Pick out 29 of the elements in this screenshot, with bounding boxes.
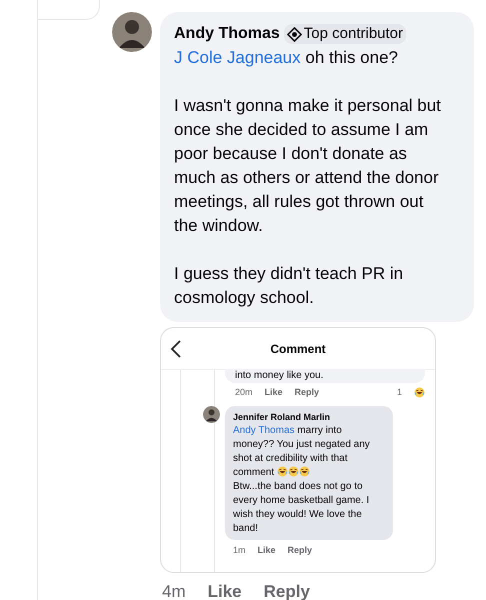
laughing-emoji-icon — [298, 466, 310, 476]
avatar — [112, 12, 152, 52]
comment-time: 20m — [235, 386, 253, 399]
comment-text: into money like you. — [235, 370, 324, 381]
action-link[interactable]: Reply — [294, 386, 320, 400]
laughing-emoji-icon — [414, 387, 425, 398]
laughing-emoji-icon — [276, 466, 288, 476]
badge-label: Top contributor — [304, 24, 404, 44]
diamond-icon — [286, 26, 302, 42]
screen-title: Comment — [269, 340, 327, 358]
author-name[interactable]: Jennifer Roland Marlin — [233, 410, 385, 424]
reply-text: Andy Thomas marry into money?? You just negated any shot at credibility with that comment — [233, 424, 371, 480]
author-name[interactable]: Andy Thomas — [174, 22, 280, 46]
action-link[interactable]: Like — [258, 544, 276, 557]
reply-text: Btw...the band does not go to every home basketball game. I wish they would! We love the band! — [233, 480, 370, 536]
avatar — [203, 406, 220, 422]
mention-link[interactable]: Andy Thomas — [233, 424, 295, 436]
comment-time: 4m — [162, 581, 186, 600]
back-icon[interactable] — [169, 340, 183, 358]
comment-text: I guess they didn't teach PR in cosmology school. — [174, 263, 404, 309]
comment-time: 1m — [233, 544, 246, 556]
reaction-count: 1 — [396, 386, 402, 399]
action-link[interactable]: Like — [208, 579, 242, 600]
laughing-emoji-icon — [288, 466, 299, 476]
action-link[interactable]: Like — [264, 386, 283, 400]
comment-text: I wasn't gonna make it personal but once she decided to assume I am poor because I don't donate as much as others or attend the donor meetings, all rules got thrown out the window. — [174, 95, 442, 237]
comment-text: J Cole Jagneaux oh this one? — [174, 47, 400, 69]
action-link[interactable]: Reply — [288, 544, 312, 557]
mention-link[interactable]: J Cole Jagneaux — [174, 48, 306, 67]
